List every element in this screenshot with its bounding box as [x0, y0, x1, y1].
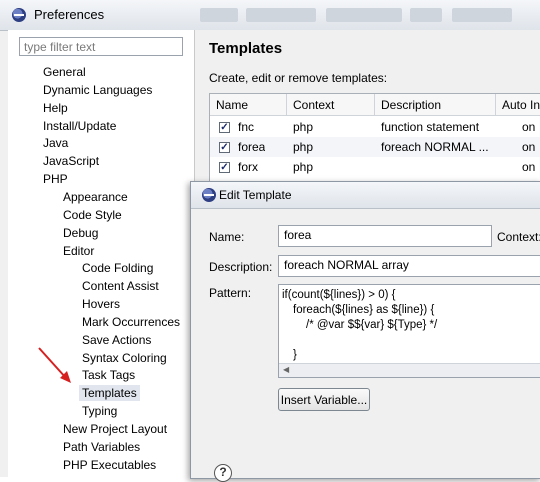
pattern-label: Pattern: [209, 286, 252, 300]
pattern-line: if(count(${lines}) > 0) { [282, 289, 396, 301]
template-context-cell: php [293, 140, 314, 154]
dialog-title-bar: Edit Template [191, 182, 540, 209]
column-header-name[interactable]: Name [210, 94, 287, 116]
annotation-arrow-icon [38, 347, 71, 383]
tree-item-appearance[interactable]: Appearance [63, 189, 128, 205]
tree-item-help[interactable]: Help [43, 100, 68, 116]
background-window-tab [200, 8, 238, 22]
eclipse-icon [202, 188, 216, 202]
table-row[interactable] [210, 117, 540, 137]
tree-item-task-tags[interactable]: Task Tags [82, 367, 135, 383]
templates-table: Name Context Description Auto In ✓ fnc php… [209, 93, 540, 187]
tree-item-php-executables[interactable]: PHP Executables [63, 457, 156, 473]
tree-item-save-actions[interactable]: Save Actions [82, 332, 151, 348]
name-field[interactable]: forea [278, 225, 492, 247]
tree-item-typing[interactable]: Typing [82, 403, 117, 419]
template-description-cell: foreach NORMAL ... [381, 140, 489, 154]
background-window-tab [326, 8, 402, 22]
scroll-left-icon[interactable]: ◀ [283, 365, 289, 374]
table-row[interactable] [210, 157, 540, 177]
tree-item-templates[interactable]: Templates [79, 385, 140, 402]
tree-item-code-style[interactable]: Code Style [63, 207, 122, 223]
template-description-cell: function statement [381, 120, 480, 134]
template-auto-insert-cell: on [522, 140, 536, 154]
pattern-line: foreach(${lines} as ${line}) { [293, 304, 435, 316]
template-name-cell: forx [238, 160, 259, 174]
description-label: Description: [209, 260, 273, 274]
tree-item-new-project-layout[interactable]: New Project Layout [63, 421, 167, 437]
tree-item-code-folding[interactable]: Code Folding [82, 260, 153, 276]
page-title: Templates [209, 40, 283, 57]
pattern-editor[interactable]: if(count(${lines}) > 0) { foreach(${line… [278, 284, 540, 378]
tree-item-path-variables[interactable]: Path Variables [63, 439, 140, 455]
tree-item-dynamic-languages[interactable]: Dynamic Languages [43, 82, 152, 98]
window-title: Preferences [34, 7, 105, 22]
description-field[interactable]: foreach NORMAL array [278, 255, 540, 277]
row-checkbox[interactable]: ✓ [219, 142, 230, 153]
column-header-description[interactable]: Description [375, 94, 496, 116]
page-description: Create, edit or remove templates: [209, 71, 388, 85]
name-label: Name: [209, 230, 245, 244]
tree-item-editor[interactable]: Editor [63, 243, 94, 259]
title-bar: Preferences [0, 0, 540, 31]
tree-item-mark-occurrences[interactable]: Mark Occurrences [82, 314, 180, 330]
horizontal-scrollbar[interactable]: ◀ [279, 363, 540, 377]
template-auto-insert-cell: on [522, 120, 536, 134]
pattern-line: /* @var $${var} ${Type} */ [306, 319, 438, 331]
tree-item-java[interactable]: Java [43, 135, 68, 151]
template-name-cell: forea [238, 140, 266, 154]
column-header-context[interactable]: Context [287, 94, 375, 116]
insert-variable-button[interactable]: Insert Variable... [278, 388, 370, 411]
tree-item-general[interactable]: General [43, 64, 86, 80]
background-window-tab [452, 8, 512, 22]
background-window-tab [410, 8, 442, 22]
row-checkbox[interactable]: ✓ [219, 162, 230, 173]
template-name-cell: fnc [238, 120, 255, 134]
template-auto-insert-cell: on [522, 160, 536, 174]
tree-item-content-assist[interactable]: Content Assist [82, 278, 159, 294]
tree-item-debug[interactable]: Debug [63, 225, 98, 241]
filter-input[interactable] [19, 37, 183, 56]
eclipse-icon [12, 8, 26, 22]
background-window-tab [246, 8, 316, 22]
tree-item-syntax-coloring[interactable]: Syntax Coloring [82, 350, 167, 366]
dialog-title: Edit Template [219, 188, 292, 202]
help-icon[interactable]: ? [214, 464, 232, 482]
context-label: Context: [497, 230, 540, 244]
tree-item-javascript[interactable]: JavaScript [43, 153, 99, 169]
row-checkbox[interactable]: ✓ [219, 122, 230, 133]
tree-item-install-update[interactable]: Install/Update [43, 118, 116, 134]
tree-item-php[interactable]: PHP [43, 171, 68, 187]
pattern-line: } [293, 349, 297, 361]
template-context-cell: php [293, 160, 314, 174]
tree-item-hovers[interactable]: Hovers [82, 296, 120, 312]
template-context-cell: php [293, 120, 314, 134]
column-header-auto-insert[interactable]: Auto In [496, 94, 540, 116]
edit-template-dialog: Edit Template Name: forea Context: Descr… [190, 181, 540, 482]
